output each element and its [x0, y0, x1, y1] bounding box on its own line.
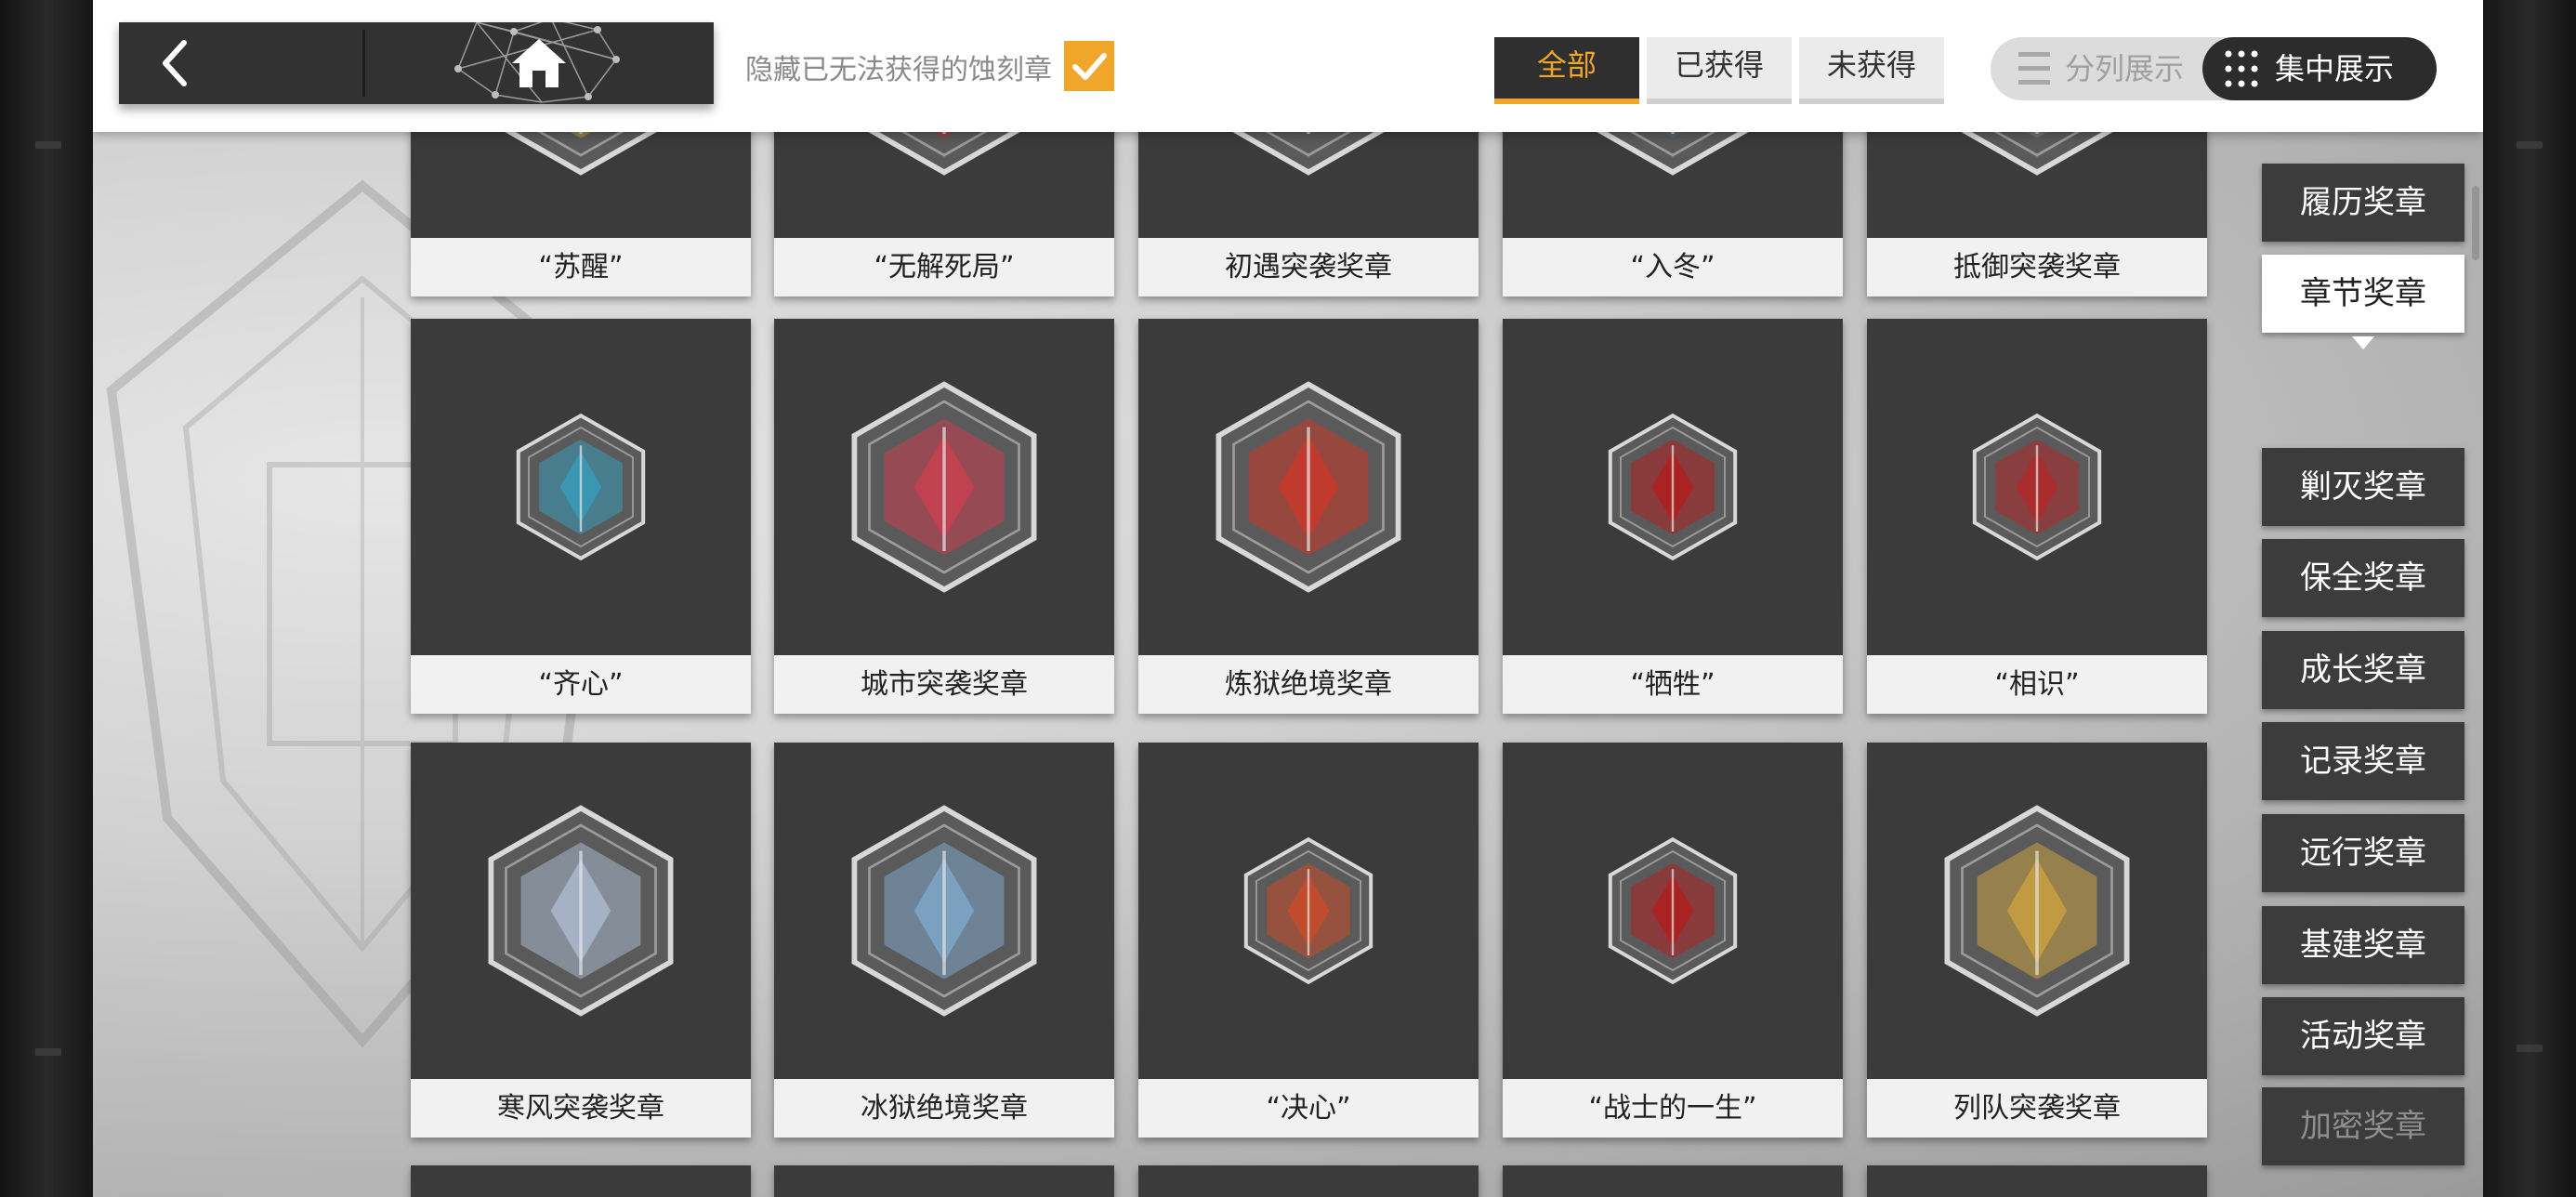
- medal-name: “战士的一生”: [1503, 1079, 1843, 1138]
- medal-name: “齐心”: [411, 655, 751, 714]
- medal-image: [411, 319, 751, 655]
- medal-card[interactable]: “牺牲”: [1503, 319, 1843, 714]
- medal-name: 抵御突袭奖章: [1867, 238, 2207, 296]
- filter-tab-obtained[interactable]: 已获得: [1647, 37, 1792, 104]
- hexagon-badge-icon: [516, 413, 646, 561]
- hexagon-badge-icon: [1944, 805, 2130, 1017]
- medal-name: “决心”: [1138, 1079, 1479, 1138]
- medal-name: 列队突袭奖章: [1867, 1079, 2207, 1138]
- focus-view-button[interactable]: 集中展示: [2202, 37, 2437, 100]
- medal-name: “入冬”: [1503, 238, 1843, 296]
- medal-image: [774, 743, 1114, 1079]
- hexagon-badge-icon: [1608, 413, 1738, 561]
- home-icon: [512, 39, 566, 87]
- medal-card[interactable]: “相识”: [1867, 319, 2207, 714]
- medal-name: “牺牲”: [1503, 655, 1843, 714]
- top-bar: 隐藏已无法获得的蚀刻章 全部 已获得 未获得 分列展示 集中展示: [93, 0, 2483, 132]
- menu-scrollbar[interactable]: [2472, 186, 2479, 260]
- filter-tab-all[interactable]: 全部: [1494, 37, 1639, 104]
- medal-card[interactable]: 炼狱绝境奖章: [1138, 319, 1479, 714]
- chevron-left-icon: [163, 40, 187, 86]
- hide-unobtainable-checkbox[interactable]: [1064, 41, 1114, 91]
- medal-name: “相识”: [1867, 655, 2207, 714]
- menu-item-record[interactable]: 履历奖章: [2262, 164, 2464, 242]
- view-mode-toggle: 分列展示 集中展示: [1991, 37, 2437, 100]
- menu-item-base[interactable]: 基建奖章: [2262, 906, 2464, 984]
- medal-card[interactable]: “齐心”: [411, 319, 751, 714]
- menu-item-encrypted[interactable]: 加密奖章: [2262, 1087, 2464, 1165]
- medal-image: [411, 743, 751, 1079]
- medal-image: [1867, 743, 2207, 1079]
- medal-card[interactable]: 列队突袭奖章: [1867, 743, 2207, 1138]
- home-button[interactable]: [365, 22, 714, 104]
- medal-name: 炼狱绝境奖章: [1138, 655, 1479, 714]
- menu-item-chapter[interactable]: 章节奖章: [2262, 255, 2464, 333]
- hexagon-badge-icon: [851, 381, 1037, 593]
- medal-card[interactable]: 城市突袭奖章: [774, 319, 1114, 714]
- back-button[interactable]: [119, 22, 362, 104]
- menu-item-event[interactable]: 活动奖章: [2262, 997, 2464, 1075]
- medal-card[interactable]: 寒风突袭奖章: [411, 743, 751, 1138]
- menu-item-expedition[interactable]: 远行奖章: [2262, 814, 2464, 892]
- medal-name: “无解死局”: [774, 238, 1114, 296]
- menu-item-growth[interactable]: 成长奖章: [2262, 631, 2464, 709]
- medal-image: [1503, 743, 1843, 1079]
- checkmark-icon: [1072, 53, 1107, 80]
- hexagon-badge-icon: [851, 805, 1037, 1017]
- filter-tab-not-obtained[interactable]: 未获得: [1799, 37, 1944, 104]
- hexagon-badge-icon: [488, 805, 674, 1017]
- medal-name: 城市突袭奖章: [774, 655, 1114, 714]
- hexagon-badge-icon: [1243, 836, 1373, 985]
- hexagon-badge-icon: [1972, 413, 2102, 561]
- split-view-button[interactable]: 分列展示: [1991, 37, 2204, 100]
- nav-box: [119, 22, 714, 104]
- medal-image: [1138, 319, 1479, 655]
- focus-view-label: 集中展示: [2275, 51, 2395, 86]
- split-view-label: 分列展示: [2065, 51, 2185, 86]
- menu-item-annihilation[interactable]: 剿灭奖章: [2262, 448, 2464, 526]
- right-frame: [2483, 0, 2576, 1197]
- medal-name: 初遇突袭奖章: [1138, 238, 1479, 296]
- hexagon-badge-icon: [1608, 836, 1738, 985]
- medal-image: [1503, 319, 1843, 655]
- medal-card[interactable]: “战士的一生”: [1503, 743, 1843, 1138]
- medal-card[interactable]: “决心”: [1138, 743, 1479, 1138]
- menu-item-logging[interactable]: 记录奖章: [2262, 722, 2464, 800]
- left-frame: [0, 0, 93, 1197]
- medal-name: 寒风突袭奖章: [411, 1079, 751, 1138]
- menu-item-preservation[interactable]: 保全奖章: [2262, 539, 2464, 617]
- grid-icon: [2225, 50, 2258, 87]
- hide-unobtainable-label: 隐藏已无法获得的蚀刻章: [745, 54, 1052, 86]
- hexagon-badge-icon: [1216, 381, 1401, 593]
- medal-name: 冰狱绝境奖章: [774, 1079, 1114, 1138]
- medal-image: [774, 319, 1114, 655]
- medal-collection-screen: “苏醒” “无解死局” 初遇突袭奖章 “入冬” 抵御突袭奖章 “齐心” 城市突袭奖章 炼狱绝境…: [93, 0, 2483, 1197]
- medal-name: “苏醒”: [411, 238, 751, 296]
- list-icon: [2018, 52, 2050, 85]
- active-menu-pointer: [2352, 336, 2374, 349]
- medal-image: [1138, 743, 1479, 1079]
- medal-card[interactable]: 冰狱绝境奖章: [774, 743, 1114, 1138]
- medal-image: [1867, 319, 2207, 655]
